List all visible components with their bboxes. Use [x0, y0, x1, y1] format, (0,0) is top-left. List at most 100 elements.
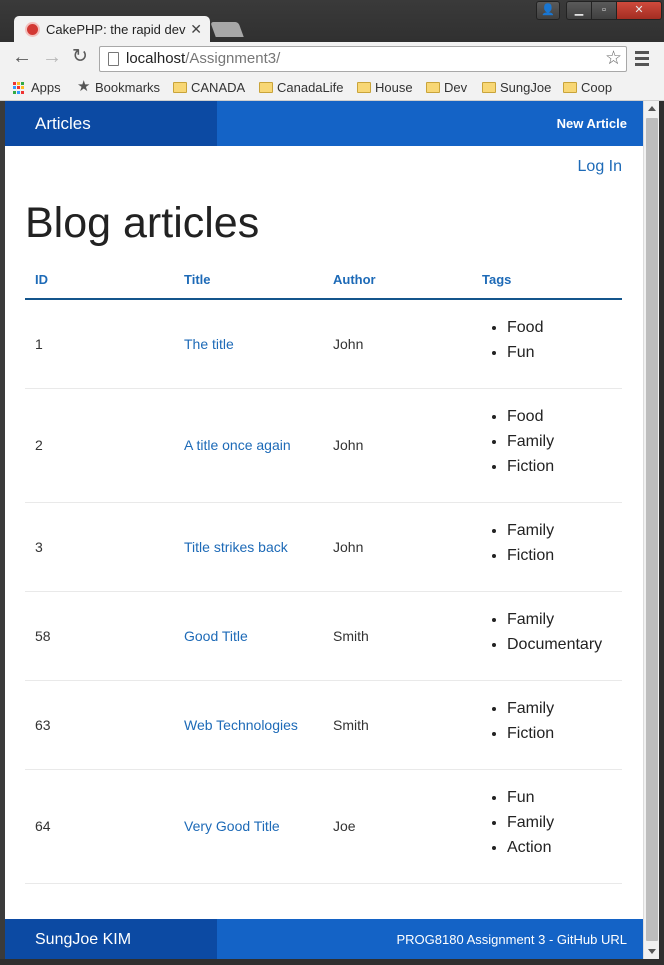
folder-icon [357, 82, 371, 93]
bookmark-bookmarks[interactable]: ★ Bookmarks [77, 78, 161, 96]
forward-arrow-icon[interactable]: → [40, 46, 64, 70]
tag-list: Family Fiction [497, 696, 622, 746]
article-author: Smith [323, 680, 472, 770]
bookmark-label: Dev [444, 80, 468, 95]
table-row: 64 Very Good Title Joe Fun Family Action [25, 769, 622, 884]
apps-grid-icon [13, 82, 25, 94]
bookmark-coop[interactable]: Coop [563, 79, 612, 96]
column-header-author[interactable]: Author [323, 261, 472, 300]
bookmark-label: Coop [581, 80, 613, 95]
navbar-brand[interactable]: Articles [5, 101, 217, 146]
tag-item: Family [507, 810, 622, 835]
star-icon: ★ [77, 78, 91, 95]
url-host: localhost [126, 50, 186, 67]
browser-menu-icon[interactable] [635, 51, 649, 67]
table-row: 58 Good Title Smith Family Documentary [25, 591, 622, 681]
tag-item: Family [507, 518, 622, 543]
top-navbar: Articles New Article [5, 101, 643, 146]
article-author: John [323, 299, 472, 389]
article-title-link[interactable]: Web Technologies [184, 717, 298, 733]
article-id: 63 [25, 680, 174, 770]
tag-item: Family [507, 607, 622, 632]
github-link[interactable]: PROG8180 Assignment 3 - GitHub URL [397, 919, 628, 959]
tag-list: Fun Family Action [497, 785, 622, 860]
page-title: Blog articles [25, 199, 260, 247]
page-footer: SungJoe KIM PROG8180 Assignment 3 - GitH… [5, 919, 643, 959]
tag-item: Family [507, 429, 622, 454]
folder-icon [482, 82, 496, 93]
tab-strip: CakePHP: the rapid deve ✕ 👤 ▁ ▫ ✕ [0, 0, 664, 43]
bookmark-label: CANADA [191, 80, 246, 95]
tag-list: Food Family Fiction [497, 404, 622, 479]
tag-item: Fiction [507, 721, 622, 746]
scrollbar-thumb[interactable] [646, 118, 658, 941]
article-title-link[interactable]: A title once again [184, 437, 291, 453]
folder-icon [563, 82, 577, 93]
page-viewport: Articles New Article Log In Blog article… [5, 101, 643, 959]
new-article-link[interactable]: New Article [557, 101, 627, 146]
table-row: 1 The title John Food Fun [25, 299, 622, 389]
tag-item: Food [507, 404, 622, 429]
bookmark-dev[interactable]: Dev [426, 79, 467, 96]
bookmark-sungjoe[interactable]: SungJoe [482, 79, 551, 96]
tag-item: Documentary [507, 632, 622, 657]
bookmark-label: Bookmarks [95, 80, 161, 95]
folder-icon [259, 82, 273, 93]
tab-title: CakePHP: the rapid deve [46, 22, 186, 37]
article-author: Smith [323, 591, 472, 681]
page-icon [108, 52, 119, 66]
tag-item: Fun [507, 785, 622, 810]
address-bar[interactable]: localhost/Assignment3/ ☆ [99, 46, 627, 72]
articles-table: ID Title Author Tags 1 The title John Fo… [25, 261, 622, 884]
back-arrow-icon[interactable]: ← [10, 46, 34, 70]
article-id: 1 [25, 299, 174, 389]
article-id: 58 [25, 591, 174, 681]
article-id: 64 [25, 769, 174, 884]
article-title-link[interactable]: Good Title [184, 628, 248, 644]
vertical-scrollbar[interactable] [643, 101, 659, 959]
window-close-button[interactable]: ✕ [616, 1, 662, 20]
bookmark-apps[interactable]: Apps [13, 79, 61, 96]
bookmark-canada[interactable]: CANADA [173, 79, 245, 96]
login-link[interactable]: Log In [578, 158, 622, 176]
article-title-link[interactable]: The title [184, 336, 234, 352]
table-row: 2 A title once again John Food Family Fi… [25, 388, 622, 503]
new-tab-button[interactable] [210, 22, 244, 37]
tag-item: Fiction [507, 543, 622, 568]
tag-list: Food Fun [497, 315, 622, 365]
footer-author: SungJoe KIM [5, 919, 217, 959]
url-path: /Assignment3/ [185, 50, 281, 67]
maximize-button[interactable]: ▫ [591, 1, 617, 20]
scroll-up-arrow-icon[interactable] [648, 106, 656, 111]
table-header-row: ID Title Author Tags [25, 261, 622, 300]
column-header-tags[interactable]: Tags [472, 261, 622, 300]
reload-icon[interactable]: ↻ [68, 46, 92, 70]
folder-icon [173, 82, 187, 93]
article-author: Joe [323, 769, 472, 884]
article-title-link[interactable]: Title strikes back [184, 539, 288, 555]
article-author: John [323, 388, 472, 503]
tab-close-icon[interactable]: ✕ [190, 16, 202, 43]
table-row: 63 Web Technologies Smith Family Fiction [25, 680, 622, 770]
scroll-down-arrow-icon[interactable] [648, 949, 656, 954]
browser-toolbar: ← → ↻ localhost/Assignment3/ ☆ [0, 42, 664, 75]
tag-item: Action [507, 835, 622, 860]
bookmark-label: SungJoe [500, 80, 552, 95]
folder-icon [426, 82, 440, 93]
browser-chrome: CakePHP: the rapid deve ✕ 👤 ▁ ▫ ✕ ← → ↻ … [0, 0, 664, 101]
bookmark-star-icon[interactable]: ☆ [605, 47, 622, 71]
table-row: 3 Title strikes back John Family Fiction [25, 502, 622, 592]
bookmark-label: CanadaLife [277, 80, 344, 95]
tag-item: Fiction [507, 454, 622, 479]
tag-list: Family Documentary [497, 607, 622, 657]
bookmark-canadalife[interactable]: CanadaLife [259, 79, 344, 96]
minimize-button[interactable]: ▁ [566, 1, 592, 20]
browser-tab[interactable]: CakePHP: the rapid deve ✕ [14, 16, 210, 43]
article-id: 2 [25, 388, 174, 503]
column-header-id[interactable]: ID [25, 261, 174, 300]
column-header-title[interactable]: Title [174, 261, 323, 300]
user-profile-icon[interactable]: 👤 [536, 1, 560, 20]
article-title-link[interactable]: Very Good Title [184, 818, 280, 834]
article-id: 3 [25, 502, 174, 592]
bookmark-house[interactable]: House [357, 79, 413, 96]
